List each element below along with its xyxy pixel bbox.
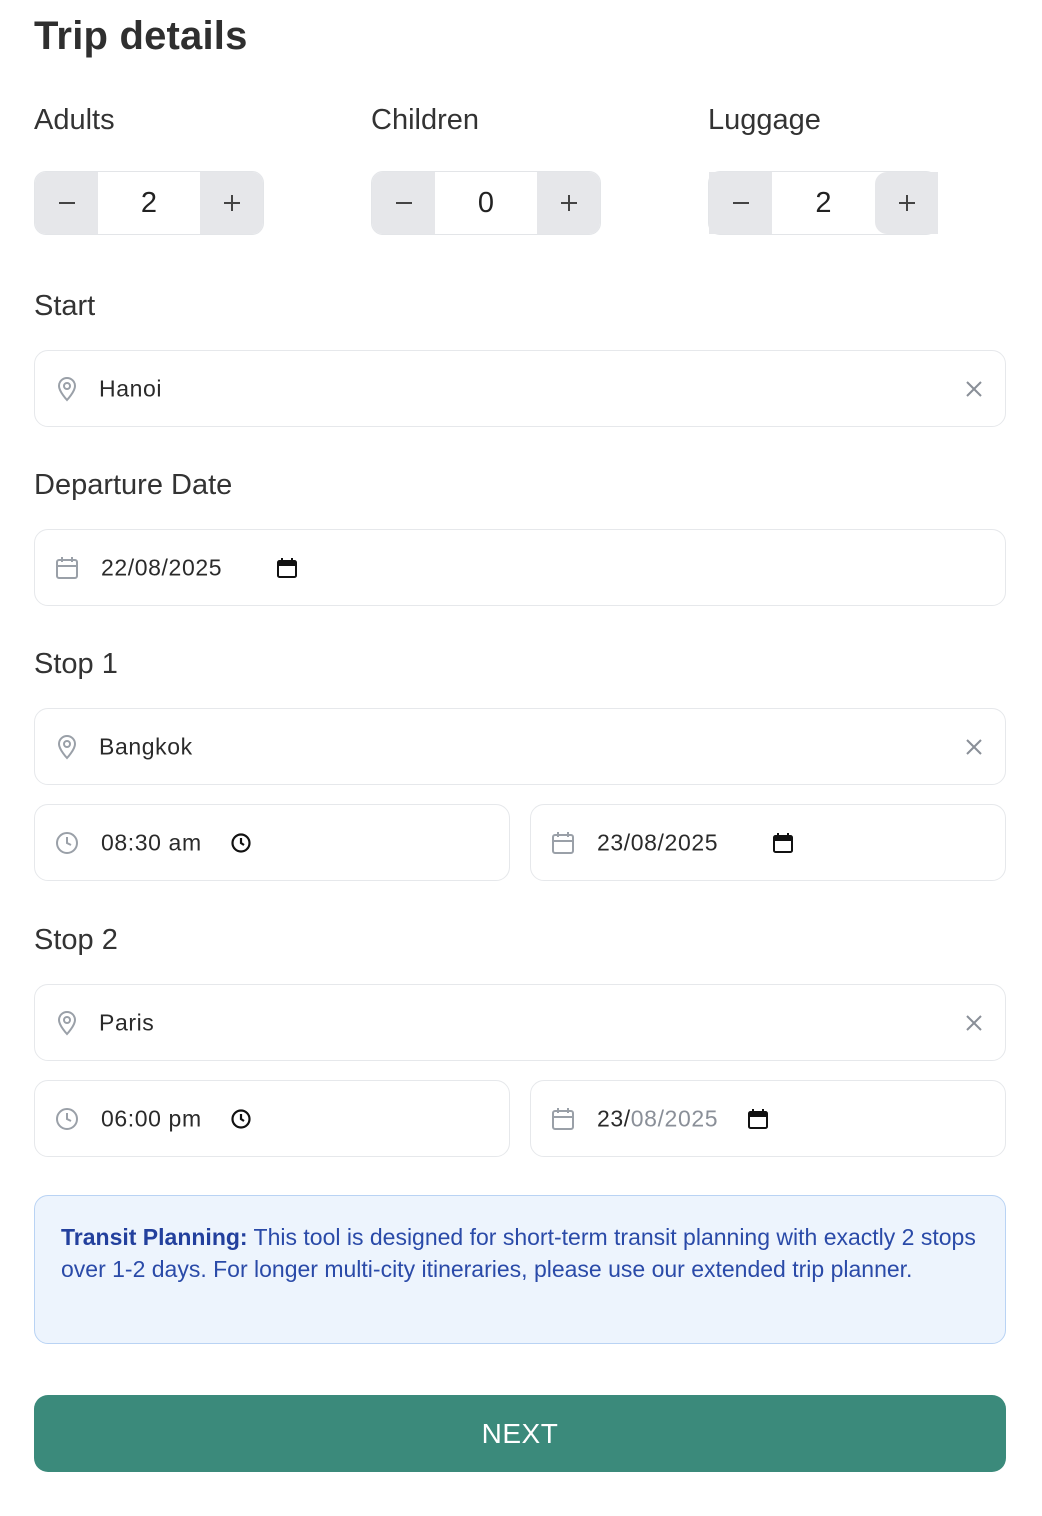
stop1-time-input[interactable]: 08:30 am <box>34 804 510 881</box>
stop2-date-day: 23/ <box>597 1105 631 1131</box>
close-icon[interactable] <box>963 1012 985 1034</box>
luggage-label: Luggage <box>708 104 821 136</box>
stop1-date-input[interactable]: 23/08/2025 <box>530 804 1006 881</box>
close-icon[interactable] <box>963 378 985 400</box>
adults-increment-button[interactable] <box>200 172 263 234</box>
calendar-icon <box>550 1106 576 1132</box>
start-location-value: Hanoi <box>99 375 163 401</box>
minus-icon <box>58 202 75 204</box>
page-title: Trip details <box>34 14 248 58</box>
luggage-increment-button[interactable] <box>875 172 938 234</box>
stop1-location-value: Bangkok <box>99 733 193 759</box>
departure-date-value: 22/08/2025 <box>101 554 223 580</box>
minus-icon <box>395 202 412 204</box>
transit-info-notice: Transit Planning: This tool is designed … <box>34 1195 1006 1344</box>
stop2-date-rest: 08/2025 <box>630 1105 719 1131</box>
stop2-location-value: Paris <box>99 1009 155 1035</box>
stop2-label: Stop 2 <box>34 924 118 956</box>
map-pin-icon <box>54 1010 80 1036</box>
plus-icon <box>560 195 577 211</box>
time-picker-icon[interactable] <box>230 832 252 854</box>
minus-icon <box>732 202 749 204</box>
close-icon[interactable] <box>963 736 985 758</box>
start-location-input[interactable]: Hanoi <box>34 350 1006 427</box>
luggage-decrement-button[interactable] <box>709 172 772 234</box>
clock-icon <box>54 1106 80 1132</box>
children-increment-button[interactable] <box>537 172 600 234</box>
children-stepper: 0 <box>371 171 601 235</box>
calendar-picker-icon[interactable] <box>276 557 298 579</box>
stop1-location-input[interactable]: Bangkok <box>34 708 1006 785</box>
stop2-date-input[interactable]: 23/08/2025 <box>530 1080 1006 1157</box>
children-label: Children <box>371 104 479 136</box>
departure-date-label: Departure Date <box>34 469 233 501</box>
children-value[interactable]: 0 <box>435 172 537 234</box>
adults-value[interactable]: 2 <box>98 172 200 234</box>
plus-icon <box>898 195 915 211</box>
calendar-icon <box>550 830 576 856</box>
calendar-picker-icon[interactable] <box>772 832 794 854</box>
next-button[interactable]: NEXT <box>34 1395 1006 1472</box>
children-decrement-button[interactable] <box>372 172 435 234</box>
luggage-value[interactable]: 2 <box>772 172 875 234</box>
luggage-stepper: 2 <box>708 171 938 235</box>
departure-date-input[interactable]: 22/08/2025 <box>34 529 1006 606</box>
stop2-time-input[interactable]: 06:00 pm <box>34 1080 510 1157</box>
stop1-label: Stop 1 <box>34 648 118 680</box>
calendar-picker-icon[interactable] <box>747 1108 769 1130</box>
start-label: Start <box>34 290 96 322</box>
plus-icon <box>223 195 240 211</box>
stop2-time-value: 06:00 pm <box>101 1105 202 1131</box>
info-heading: Transit Planning: <box>61 1224 248 1250</box>
stop2-date-value: 23/08/2025 <box>597 1105 718 1132</box>
adults-stepper: 2 <box>34 171 264 235</box>
stop1-time-value: 08:30 am <box>101 829 202 855</box>
calendar-icon <box>54 555 80 581</box>
stop1-date-value: 23/08/2025 <box>597 829 719 855</box>
trip-details-page: Trip details Adults 2 Children 0 Luggage… <box>0 0 1042 1516</box>
map-pin-icon <box>54 376 80 402</box>
clock-icon <box>54 830 80 856</box>
adults-label: Adults <box>34 104 115 136</box>
stop2-location-input[interactable]: Paris <box>34 984 1006 1061</box>
time-picker-icon[interactable] <box>230 1108 252 1130</box>
adults-decrement-button[interactable] <box>35 172 98 234</box>
map-pin-icon <box>54 734 80 760</box>
